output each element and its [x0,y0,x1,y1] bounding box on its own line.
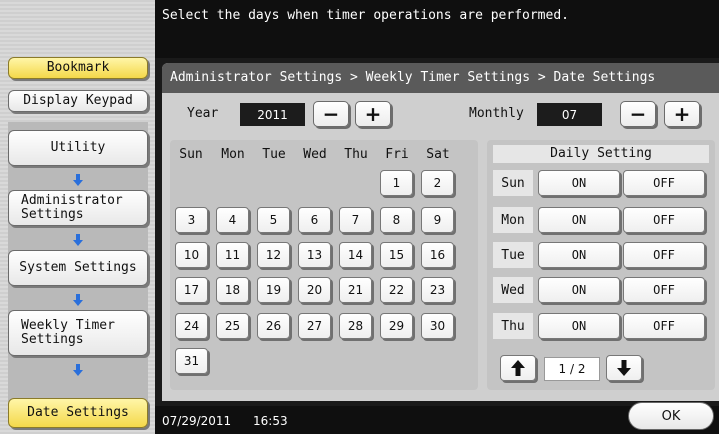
calendar-day[interactable]: 26 [257,313,290,339]
minus-icon: − [629,102,647,126]
daily-on-button[interactable]: ON [538,207,620,233]
page-down-button[interactable] [606,355,642,381]
daily-off-button[interactable]: OFF [623,277,705,303]
calendar-day[interactable]: 9 [421,207,454,233]
calendar-day[interactable]: 4 [216,207,249,233]
status-date: 07/29/2011 [162,414,232,428]
calendar-day[interactable]: 14 [339,242,372,268]
year-label: Year [187,106,219,121]
nav-administrator-settings[interactable]: Administrator Settings [8,190,148,226]
nav-system-settings[interactable]: System Settings [8,250,148,286]
arrow-down-icon [73,294,83,306]
daily-day-label: Wed [493,277,533,303]
calendar-day[interactable]: 28 [339,313,372,339]
calendar-day[interactable]: 31 [175,348,208,374]
calendar-day[interactable]: 20 [298,277,331,303]
daily-off-button[interactable]: OFF [623,207,705,233]
calendar-day[interactable]: 8 [380,207,413,233]
page-indicator: 1 / 2 [544,357,600,381]
plus-icon: + [364,102,382,126]
weekday-header: Thu [344,147,368,162]
calendar-day[interactable]: 15 [380,242,413,268]
minus-icon: − [322,102,340,126]
calendar-day[interactable]: 24 [175,313,208,339]
daily-off-button[interactable]: OFF [623,313,705,339]
daily-day-label: Mon [493,207,533,233]
daily-day-label: Sun [493,170,533,196]
month-plus-button[interactable]: + [664,101,700,127]
nav-date-settings[interactable]: Date Settings [8,398,148,428]
calendar-day[interactable]: 17 [175,277,208,303]
calendar-day[interactable]: 10 [175,242,208,268]
arrow-up-icon [511,360,525,376]
calendar-day[interactable]: 7 [339,207,372,233]
status-time: 16:53 [253,414,288,428]
calendar-day[interactable]: 27 [298,313,331,339]
calendar-day[interactable]: 1 [380,170,413,196]
daily-off-button[interactable]: OFF [623,242,705,268]
daily-on-button[interactable]: ON [538,170,620,196]
calendar-day[interactable]: 2 [421,170,454,196]
calendar-day[interactable]: 21 [339,277,372,303]
plus-icon: + [673,102,691,126]
bookmark-button[interactable]: Bookmark [8,57,148,79]
calendar-day[interactable]: 29 [380,313,413,339]
daily-off-button[interactable]: OFF [623,170,705,196]
calendar-day[interactable]: 11 [216,242,249,268]
nav-weekly-timer-settings[interactable]: Weekly Timer Settings [8,310,148,356]
daily-on-button[interactable]: ON [538,242,620,268]
calendar-day[interactable]: 25 [216,313,249,339]
daily-on-button[interactable]: ON [538,313,620,339]
ok-button[interactable]: OK [628,402,714,430]
arrow-down-icon [73,174,83,186]
calendar-day[interactable]: 13 [298,242,331,268]
arrow-down-icon [73,234,83,246]
weekday-header: Mon [221,147,245,162]
year-plus-button[interactable]: + [355,101,391,127]
calendar-day[interactable]: 22 [380,277,413,303]
year-value: 2011 [240,103,305,126]
arrow-down-icon [73,364,83,376]
calendar-day[interactable]: 23 [421,277,454,303]
calendar-day[interactable]: 19 [257,277,290,303]
calendar-day[interactable]: 16 [421,242,454,268]
calendar-day[interactable]: 12 [257,242,290,268]
nav-utility[interactable]: Utility [8,130,148,166]
monthly-label: Monthly [469,106,524,121]
daily-day-label: Tue [493,242,533,268]
display-keypad-button[interactable]: Display Keypad [8,90,148,112]
weekday-header: Fri [385,147,409,162]
month-value: 07 [537,103,602,126]
daily-day-label: Thu [493,313,533,339]
message-area: Select the days when timer operations ar… [155,0,719,58]
calendar-day[interactable]: 5 [257,207,290,233]
weekday-header: Sun [179,147,203,162]
daily-on-button[interactable]: ON [538,277,620,303]
calendar-day[interactable]: 30 [421,313,454,339]
weekday-header: Tue [262,147,286,162]
weekday-header: Sat [426,147,450,162]
arrow-down-icon [617,360,631,376]
calendar-day[interactable]: 3 [175,207,208,233]
calendar-day[interactable]: 6 [298,207,331,233]
calendar-day[interactable]: 18 [216,277,249,303]
month-minus-button[interactable]: − [620,101,656,127]
year-minus-button[interactable]: − [313,101,349,127]
page-up-button[interactable] [500,355,536,381]
weekday-header: Wed [303,147,327,162]
breadcrumb: Administrator Settings > Weekly Timer Se… [162,63,719,93]
daily-setting-title: Daily Setting [493,145,709,163]
instruction-message: Select the days when timer operations ar… [162,8,569,23]
